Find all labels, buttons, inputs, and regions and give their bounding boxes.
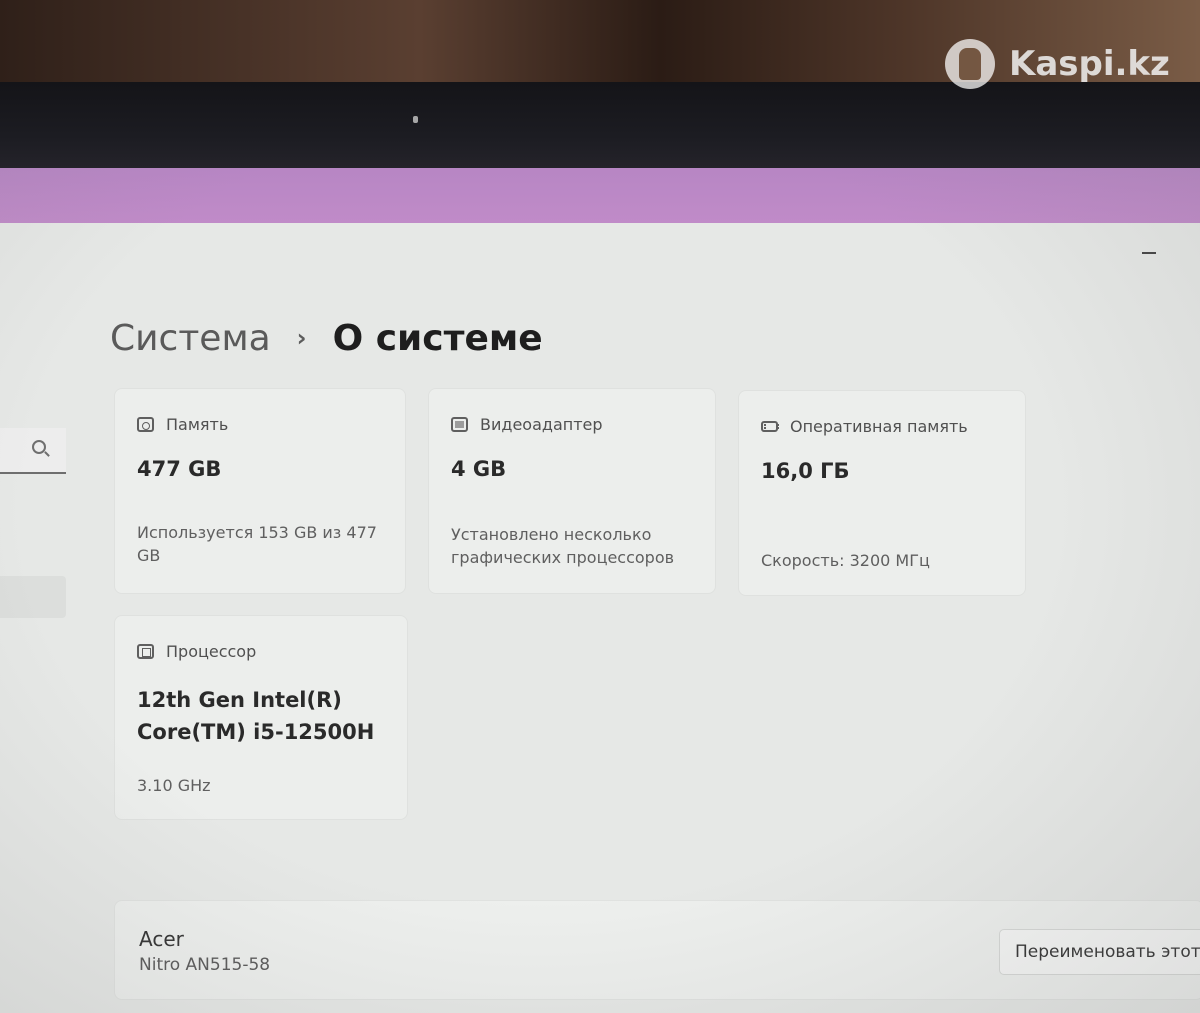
ram-speed: Скорость: 3200 МГц: [761, 551, 930, 570]
ram-icon: [761, 421, 779, 432]
breadcrumb-parent[interactable]: Система: [110, 318, 271, 359]
processor-icon: [137, 644, 154, 659]
storage-card: Память 477 GB Используется 153 GB из 477…: [114, 388, 406, 594]
screen: Система › О системе Память 477 GB Исполь…: [0, 168, 1200, 1013]
cpu-card: Процессор 12th Gen Intel(R) Core(TM) i5-…: [114, 615, 408, 820]
device-panel: Acer Nitro AN515-58 Переименовать этот: [114, 900, 1200, 1000]
page-title: О системе: [332, 317, 543, 359]
gpu-label: Видеоадаптер: [480, 415, 603, 434]
ram-card: Оперативная память 16,0 ГБ Скорость: 320…: [738, 390, 1026, 596]
ram-label: Оперативная память: [790, 417, 968, 436]
device-model: Nitro AN515-58: [139, 955, 271, 975]
storage-label: Память: [166, 415, 229, 434]
storage-usage: Используется 153 GB из 477 GB: [137, 523, 377, 565]
settings-window: Система › О системе Память 477 GB Исполь…: [0, 223, 1200, 1013]
gpu-description: Установлено несколько графических процес…: [451, 525, 675, 567]
watermark-text: Kaspi.kz: [1009, 44, 1170, 84]
breadcrumb: Система › О системе: [110, 313, 543, 363]
search-input[interactable]: [0, 428, 66, 474]
laptop-bezel: [0, 82, 1200, 172]
display-adapter-icon: [451, 417, 468, 432]
minimize-button[interactable]: [1142, 252, 1156, 254]
storage-value: 477 GB: [137, 457, 222, 481]
search-icon[interactable]: [32, 440, 46, 454]
gpu-card: Видеоадаптер 4 GB Установлено несколько …: [428, 388, 716, 594]
webcam-icon: [413, 116, 418, 123]
chevron-right-icon: ›: [296, 324, 307, 352]
watermark: Kaspi.kz: [945, 38, 1170, 90]
storage-icon: [137, 417, 154, 432]
kaspi-logo-icon: [945, 39, 995, 89]
rename-pc-button[interactable]: Переименовать этот: [999, 929, 1200, 975]
sidebar-item-selected[interactable]: [0, 576, 66, 618]
gpu-value: 4 GB: [451, 457, 507, 481]
cpu-label: Процессор: [166, 642, 257, 661]
cpu-value: 12th Gen Intel(R) Core(TM) i5-12500H: [137, 688, 375, 744]
device-brand: Acer: [139, 927, 184, 951]
ram-value: 16,0 ГБ: [761, 459, 850, 483]
window-title-strip: [0, 168, 1200, 224]
cpu-frequency: 3.10 GHz: [137, 776, 211, 795]
